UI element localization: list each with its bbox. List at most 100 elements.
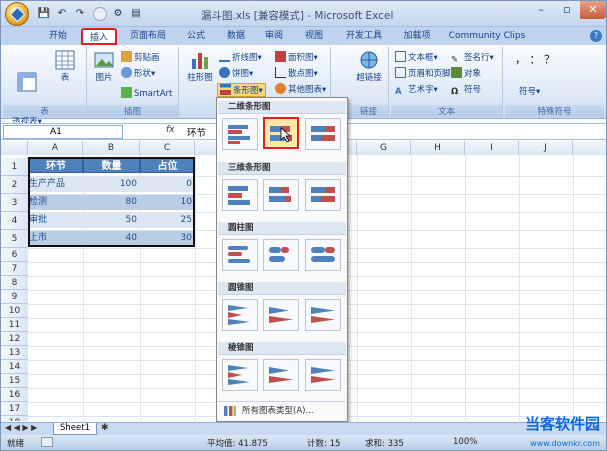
- fx-icon[interactable]: fx: [166, 125, 175, 135]
- other-charts-button[interactable]: 其他图表▾: [275, 83, 326, 97]
- symbol-button[interactable]: Ω 符号: [451, 83, 481, 97]
- print-preview-icon[interactable]: ▤: [129, 7, 143, 21]
- tab-formulas[interactable]: 公式: [181, 28, 211, 45]
- scatter-chart-label: 散点图▾: [288, 69, 318, 79]
- 3d-stacked-bar-option[interactable]: [263, 179, 299, 211]
- area-chart-button[interactable]: 面积图▾: [275, 51, 318, 65]
- pyramid-clustered-option[interactable]: [222, 359, 258, 391]
- row-header[interactable]: 10: [1, 304, 28, 318]
- name-box[interactable]: A1: [3, 125, 123, 139]
- row-header[interactable]: 4: [1, 212, 28, 230]
- row-header[interactable]: 17: [1, 402, 28, 416]
- col-header-b[interactable]: B: [83, 141, 140, 155]
- hyperlink-button[interactable]: 超链接: [351, 49, 387, 84]
- cylinder-stacked-option[interactable]: [263, 239, 299, 271]
- tab-home[interactable]: 开始: [41, 28, 75, 45]
- zoom-level[interactable]: 100%: [453, 437, 477, 447]
- macro-record-icon[interactable]: [41, 437, 53, 447]
- line-chart-icon: [219, 51, 230, 62]
- sheet-tab-sheet1[interactable]: Sheet1: [53, 423, 97, 435]
- col-header-a[interactable]: A: [28, 141, 83, 155]
- table-button[interactable]: 表: [51, 49, 79, 84]
- row-header[interactable]: 12: [1, 332, 28, 346]
- cone-percent-option[interactable]: [305, 299, 341, 331]
- restore-button[interactable]: ▫: [554, 1, 580, 19]
- row-header[interactable]: 6: [1, 248, 28, 262]
- header-footer-button[interactable]: 页眉和页脚: [395, 67, 451, 81]
- col-header-i[interactable]: I: [465, 141, 519, 155]
- shapes-button[interactable]: 形状▾: [121, 67, 155, 81]
- cone-stacked-option[interactable]: [263, 299, 299, 331]
- pyramid-percent-option[interactable]: [305, 359, 341, 391]
- row-header[interactable]: 18: [1, 416, 28, 421]
- insert-sheet-icon[interactable]: ✱: [101, 423, 109, 433]
- row-header[interactable]: 9: [1, 290, 28, 304]
- office-button[interactable]: [5, 2, 29, 26]
- scatter-chart-button[interactable]: 散点图▾: [275, 67, 318, 81]
- tab-community-clips[interactable]: Community Clips: [447, 28, 527, 45]
- col-header-j[interactable]: J: [519, 141, 573, 155]
- gridline-v: [519, 155, 520, 421]
- links-group: 超链接 链接: [349, 47, 389, 117]
- row-header[interactable]: 1: [1, 158, 28, 176]
- all-chart-types-button[interactable]: 所有图表类型(A)...: [218, 401, 346, 419]
- close-button[interactable]: ✕: [580, 1, 606, 19]
- textbox-button[interactable]: 文本框▾: [395, 51, 438, 65]
- tab-developer[interactable]: 开发工具: [339, 28, 389, 45]
- row-header[interactable]: 5: [1, 230, 28, 248]
- special-symbol-button[interactable]: 符号▾: [519, 85, 540, 99]
- object-button[interactable]: 对象: [451, 67, 481, 81]
- cylinder-percent-option[interactable]: [305, 239, 341, 271]
- row-header[interactable]: 13: [1, 346, 28, 360]
- row-header[interactable]: 7: [1, 262, 28, 276]
- col-header-c[interactable]: C: [140, 141, 195, 155]
- line-chart-button[interactable]: 折线图▾: [219, 51, 262, 65]
- stacked-bar-option[interactable]: [263, 117, 299, 149]
- record-icon[interactable]: [93, 7, 107, 21]
- picture-button[interactable]: 图片: [91, 49, 117, 84]
- gridline-v: [411, 155, 412, 421]
- percent-stacked-bar-option[interactable]: [305, 118, 341, 150]
- formula-content[interactable]: 环节: [187, 125, 206, 139]
- save-icon[interactable]: 💾: [37, 7, 51, 21]
- bar-chart-button[interactable]: 条形图▾: [217, 83, 266, 97]
- tab-insert[interactable]: 插入: [81, 28, 117, 45]
- row-header[interactable]: 14: [1, 360, 28, 374]
- sheet-nav-arrows-icon[interactable]: ◀ ◀ ▶ ▶: [5, 423, 37, 432]
- col-header-g[interactable]: G: [357, 141, 411, 155]
- wordart-button[interactable]: A 艺术字▾: [395, 83, 438, 97]
- pyramid-percent-icon: [311, 367, 335, 383]
- help-icon[interactable]: ?: [590, 30, 602, 42]
- tab-data[interactable]: 数据: [221, 28, 251, 45]
- minimize-button[interactable]: –: [528, 1, 554, 19]
- cylinder-clustered-option[interactable]: [222, 239, 258, 271]
- cone-clustered-option[interactable]: [222, 299, 258, 331]
- row-header[interactable]: 2: [1, 176, 28, 194]
- tab-addins[interactable]: 加载项: [397, 28, 437, 45]
- section-cone: 圆锥图: [218, 282, 346, 295]
- tab-page-layout[interactable]: 页面布局: [123, 28, 173, 45]
- row-header[interactable]: 8: [1, 276, 28, 290]
- undo-icon[interactable]: ↶: [55, 7, 69, 21]
- 3d-percent-stacked-bar-option[interactable]: [305, 179, 341, 211]
- object-icon: [451, 67, 462, 78]
- tab-view[interactable]: 视图: [299, 28, 329, 45]
- gear-icon[interactable]: ⚙: [111, 7, 125, 21]
- clipart-button[interactable]: 剪贴画: [121, 51, 160, 65]
- col-header-h[interactable]: H: [411, 141, 465, 155]
- pie-chart-button[interactable]: 饼图▾: [219, 67, 253, 81]
- clustered-bar-option[interactable]: [222, 118, 258, 150]
- row-header[interactable]: 16: [1, 388, 28, 402]
- punctuation-row[interactable]: ， ： ？: [515, 53, 555, 67]
- row-header[interactable]: 3: [1, 194, 28, 212]
- signature-line-button[interactable]: ✎ 签名行▾: [451, 51, 494, 65]
- column-chart-button[interactable]: 柱形图: [185, 49, 215, 84]
- redo-icon[interactable]: ↷: [73, 7, 87, 21]
- row-header[interactable]: 15: [1, 374, 28, 388]
- select-all-corner[interactable]: [1, 141, 28, 155]
- tab-review[interactable]: 审阅: [259, 28, 289, 45]
- smartart-button[interactable]: SmartArt: [121, 87, 172, 101]
- pyramid-stacked-option[interactable]: [263, 359, 299, 391]
- 3d-clustered-bar-option[interactable]: [222, 179, 258, 211]
- row-header[interactable]: 11: [1, 318, 28, 332]
